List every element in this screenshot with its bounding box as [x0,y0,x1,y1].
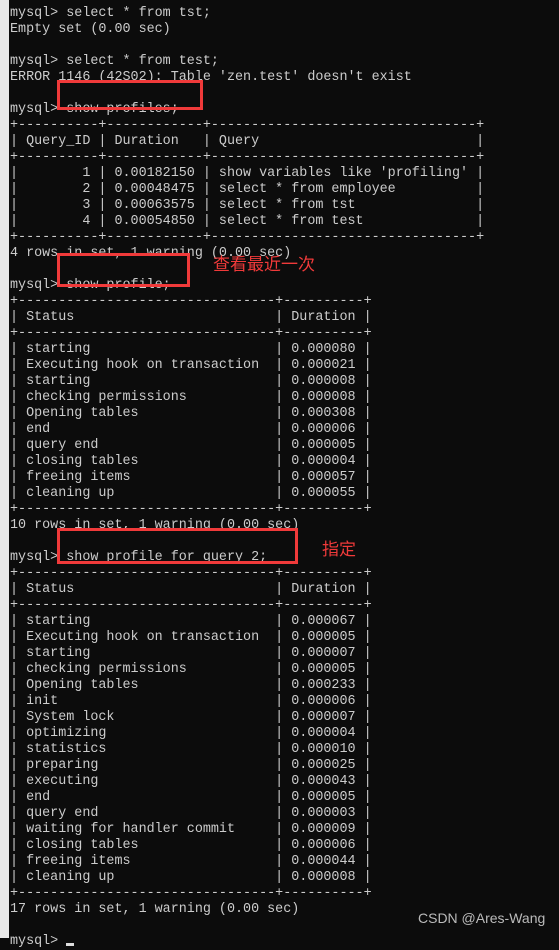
table-border: +--------------------------------+------… [10,598,372,613]
command-line: mysql> [10,934,484,950]
table-row: | preparing | 0.000025 | [10,758,372,773]
table-row: | optimizing | 0.000004 | [10,726,372,741]
table-border: +----------+------------+---------------… [10,150,485,165]
prompt: mysql> [10,6,67,21]
table-row: | Executing hook on transaction | 0.0000… [10,630,372,645]
command: select * from test; [66,54,219,69]
table-row: | waiting for handler commit | 0.000009 … [10,822,372,837]
result-summary: 17 rows in set, 1 warning (0.00 sec) [10,902,300,917]
prompt: mysql> [10,934,67,949]
table-border: +----------+------------+---------------… [10,118,485,133]
terminal-output[interactable]: mysql> select * from tst; Empty set (0.00… [10,6,484,950]
watermark: CSDN @Ares-Wang [418,910,546,926]
table-row: | cleaning up | 0.000055 | [10,486,372,501]
background-window-edge [0,0,9,938]
command-line: mysql> select * from tst; [10,6,484,22]
table-row: | end | 0.000006 | [10,422,372,437]
table-row: | query end | 0.000005 | [10,438,372,453]
table-row: | starting | 0.000067 | [10,614,372,629]
table-row: | freeing items | 0.000057 | [10,470,372,485]
highlight-show-profile [57,253,190,287]
table-row: | starting | 0.000008 | [10,374,372,389]
table-row: | init | 0.000006 | [10,694,372,709]
highlight-show-profile-query-2 [57,528,298,564]
table-row: | 3 | 0.00063575 | select * from tst | [10,198,485,213]
table-row: | starting | 0.000007 | [10,646,372,661]
table-header: | Status | Duration | [10,582,372,597]
table-border: +--------------------------------+------… [10,886,372,901]
table-border: +--------------------------------+------… [10,326,372,341]
table-row: | starting | 0.000080 | [10,342,372,357]
table-row: | Opening tables | 0.000233 | [10,678,372,693]
table-border: +--------------------------------+------… [10,294,372,309]
output-line: Empty set (0.00 sec) [10,22,171,37]
command-line: mysql> select * from test; [10,54,484,70]
table-row: | System lock | 0.000007 | [10,710,372,725]
highlight-show-profiles [57,80,203,110]
table-header: | Status | Duration | [10,310,372,325]
table-row: | cleaning up | 0.000008 | [10,870,372,885]
table-row: | checking permissions | 0.000008 | [10,390,372,405]
annotation-latest: 查看最近一次 [213,255,315,275]
table-row: | statistics | 0.000010 | [10,742,372,757]
table-row: | closing tables | 0.000004 | [10,454,372,469]
table-row: | end | 0.000005 | [10,790,372,805]
table-border: +--------------------------------+------… [10,566,372,581]
prompt: mysql> [10,54,67,69]
table-row: | Opening tables | 0.000308 | [10,406,372,421]
table-row: | 2 | 0.00048475 | select * from employe… [10,182,485,197]
table-row: | 1 | 0.00182150 | show variables like '… [10,166,485,181]
table-row: | Executing hook on transaction | 0.0000… [10,358,372,373]
table-header: | Query_ID | Duration | Query | [10,134,485,149]
annotation-specific: 指定 [322,540,356,560]
table-border: +----------+------------+---------------… [10,230,485,245]
table-row: | checking permissions | 0.000005 | [10,662,372,677]
table-row: | executing | 0.000043 | [10,774,372,789]
cursor [66,943,75,946]
command: select * from tst; [66,6,211,21]
table-row: | query end | 0.000003 | [10,806,372,821]
table-border: +--------------------------------+------… [10,502,372,517]
table-row: | freeing items | 0.000044 | [10,854,372,869]
table-row: | closing tables | 0.000006 | [10,838,372,853]
table-row: | 4 | 0.00054850 | select * from test | [10,214,485,229]
